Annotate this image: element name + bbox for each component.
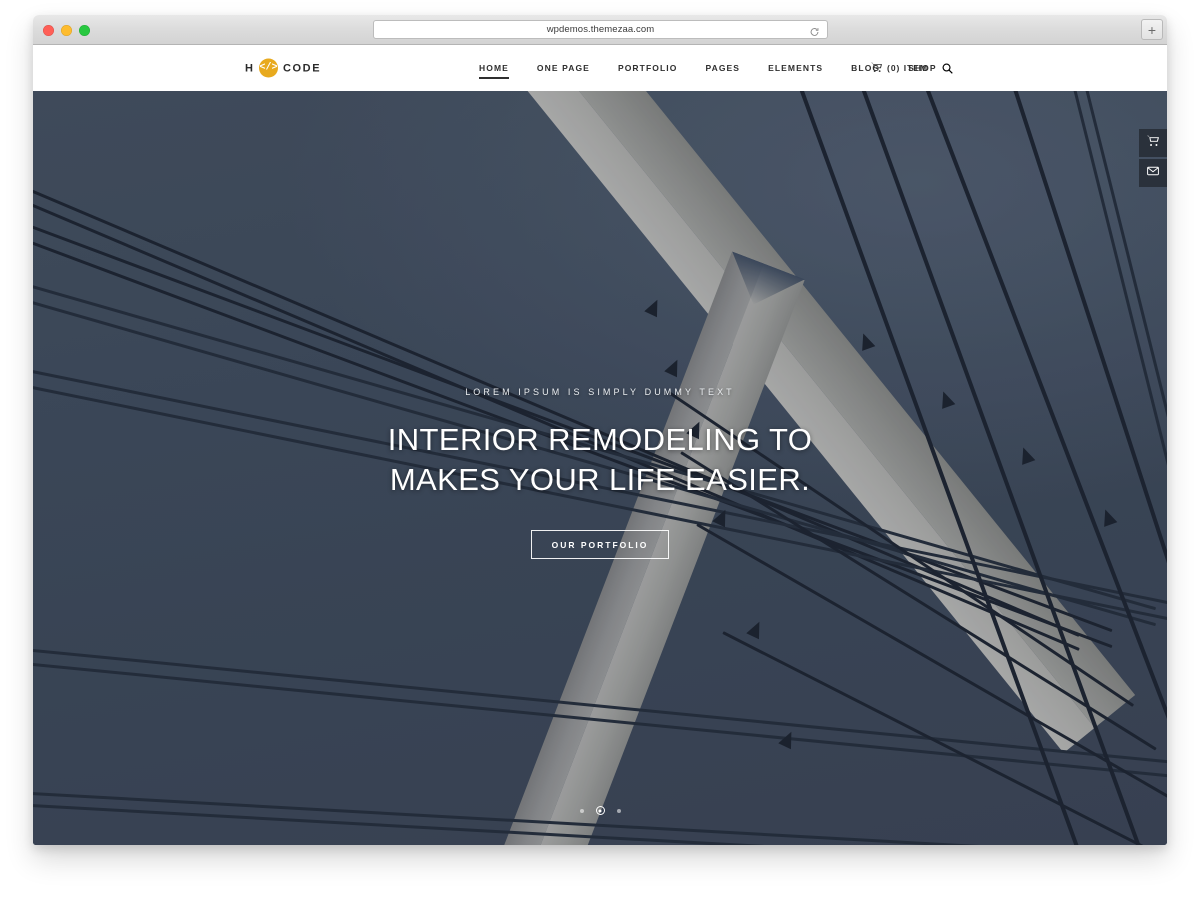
hero-title-line-1: INTERIOR REMODELING TO (387, 422, 813, 457)
address-bar[interactable]: wpdemos.themezaa.com (373, 20, 828, 39)
browser-window: wpdemos.themezaa.com + H </> CODE HOME O… (33, 15, 1167, 845)
slider-dot-3[interactable] (616, 808, 621, 813)
reload-icon[interactable] (809, 24, 820, 36)
page-viewport: H </> CODE HOME ONE PAGE PORTFOLIO PAGES… (33, 45, 1167, 845)
slider-dot-1[interactable] (579, 808, 584, 813)
envelope-icon (1147, 164, 1159, 182)
our-portfolio-button[interactable]: OUR PORTFOLIO (530, 529, 670, 560)
hero-subtitle: LOREM IPSUM IS SIMPLY DUMMY TEXT (465, 387, 735, 397)
hero-slider: LOREM IPSUM IS SIMPLY DUMMY TEXT INTERIO… (33, 91, 1167, 845)
side-contact-button[interactable] (1139, 159, 1167, 187)
nav-item-one-page[interactable]: ONE PAGE (523, 45, 604, 91)
nav-item-elements[interactable]: ELEMENTS (754, 45, 837, 91)
shopping-cart-icon (1147, 134, 1159, 152)
search-icon[interactable] (942, 63, 953, 74)
shopping-cart-icon (871, 62, 882, 75)
site-logo[interactable]: H </> CODE (245, 58, 322, 78)
hero-title-line-2: MAKES YOUR LIFE EASIER. (389, 461, 811, 497)
side-tool-rail (1139, 129, 1167, 187)
hero-content: LOREM IPSUM IS SIMPLY DUMMY TEXT INTERIO… (33, 387, 1167, 560)
code-badge-icon: </> (258, 58, 278, 78)
browser-titlebar: wpdemos.themezaa.com + (33, 15, 1167, 45)
nav-item-portfolio[interactable]: PORTFOLIO (604, 45, 691, 91)
nav-item-home[interactable]: HOME (465, 45, 523, 91)
minimize-window-button[interactable] (61, 25, 72, 36)
site-navbar: H </> CODE HOME ONE PAGE PORTFOLIO PAGES… (33, 45, 1167, 91)
screenshot-root: wpdemos.themezaa.com + H </> CODE HOME O… (0, 0, 1200, 898)
side-cart-button[interactable] (1139, 129, 1167, 157)
url-text: wpdemos.themezaa.com (546, 24, 655, 35)
logo-word: CODE (282, 62, 322, 74)
logo-letter: H (245, 62, 254, 74)
hero-title: INTERIOR REMODELING TO MAKES YOUR LIFE E… (33, 420, 1167, 500)
cart-item-count: (0) ITEM (887, 63, 929, 73)
navbar-actions: (0) ITEM (871, 45, 953, 91)
slider-pagination (33, 806, 1167, 815)
cart-link[interactable]: (0) ITEM (871, 62, 928, 75)
window-controls (43, 25, 90, 36)
nav-item-pages[interactable]: PAGES (691, 45, 754, 91)
close-window-button[interactable] (43, 25, 54, 36)
slider-dot-2[interactable] (595, 806, 605, 815)
new-tab-button[interactable]: + (1141, 19, 1163, 40)
maximize-window-button[interactable] (79, 25, 90, 36)
